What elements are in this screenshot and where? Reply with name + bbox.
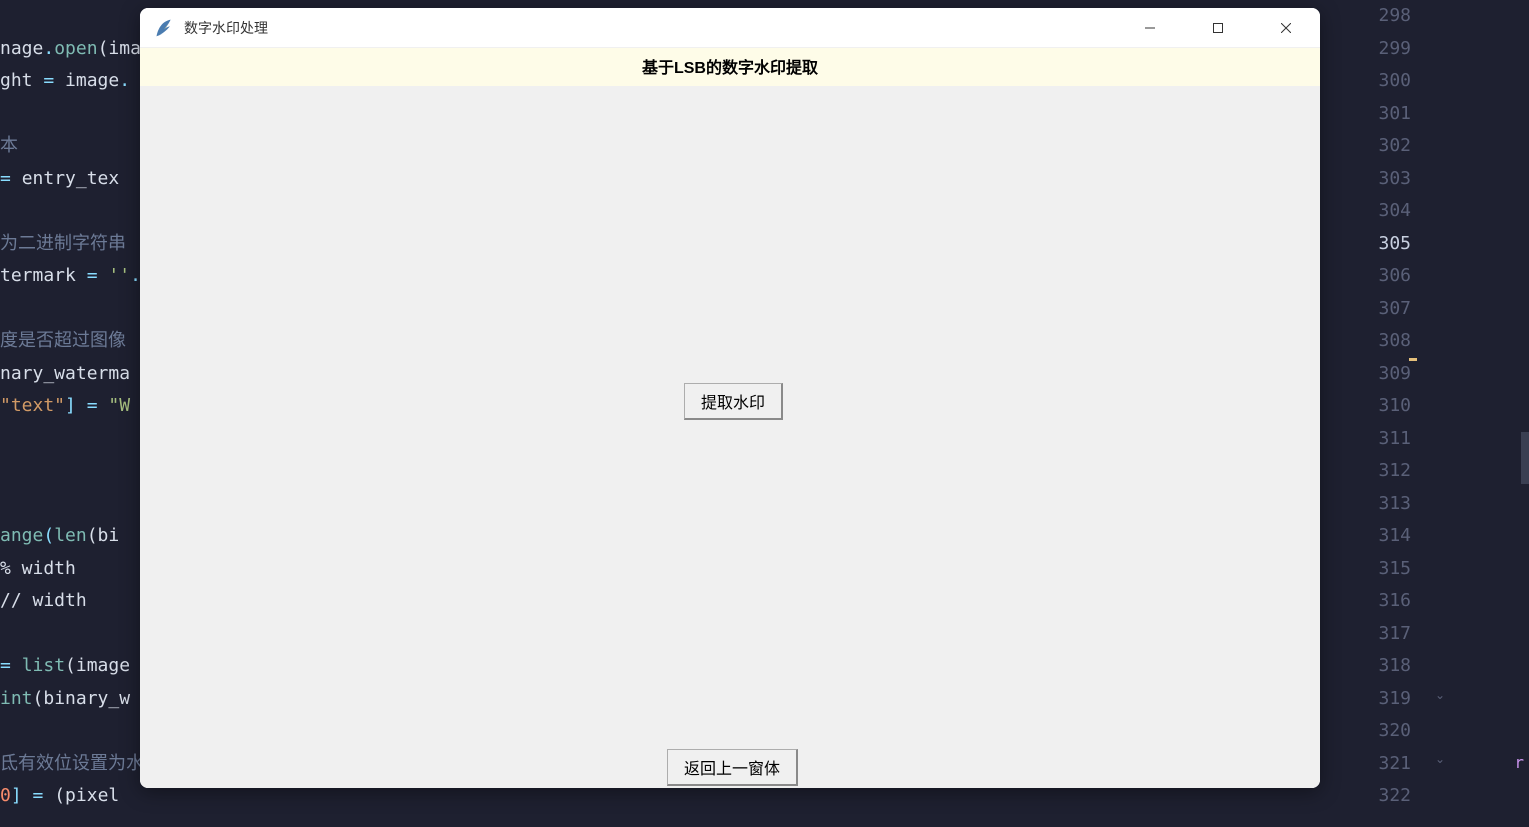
window-titlebar[interactable]: 数字水印处理 bbox=[140, 8, 1320, 48]
line-number: 317 bbox=[1319, 618, 1411, 651]
line-number: 301 bbox=[1319, 98, 1411, 131]
minimap[interactable]: r bbox=[1449, 0, 1529, 827]
line-number: 299 bbox=[1319, 33, 1411, 66]
line-number: 321 bbox=[1319, 748, 1411, 781]
window-title: 数字水印处理 bbox=[184, 18, 1116, 38]
tkinter-feather-icon bbox=[154, 18, 174, 38]
line-number: 309 bbox=[1319, 358, 1411, 391]
line-number: 320 bbox=[1319, 715, 1411, 748]
line-number: 310 bbox=[1319, 390, 1411, 423]
line-number: 305 bbox=[1319, 228, 1411, 261]
maximize-icon bbox=[1213, 23, 1223, 33]
line-number: 298 bbox=[1319, 0, 1411, 33]
tkinter-window: 数字水印处理 基于LSB的数字水印提取 提取水印 返回上一窗体 bbox=[140, 8, 1320, 788]
close-button[interactable] bbox=[1252, 8, 1320, 47]
line-number: 313 bbox=[1319, 488, 1411, 521]
minimize-icon bbox=[1145, 23, 1155, 33]
line-number: 316 bbox=[1319, 585, 1411, 618]
header-label: 基于LSB的数字水印提取 bbox=[140, 48, 1320, 86]
minimap-viewport[interactable] bbox=[1521, 432, 1529, 484]
line-number-gutter: 2982993003013023033043053063073083093103… bbox=[1319, 0, 1419, 827]
line-number: 322 bbox=[1319, 780, 1411, 813]
code-editor-background-right: 2982993003013023033043053063073083093103… bbox=[1319, 0, 1529, 827]
line-number: 318 bbox=[1319, 650, 1411, 683]
line-number: 304 bbox=[1319, 195, 1411, 228]
window-body: 提取水印 返回上一窗体 bbox=[140, 86, 1320, 788]
line-number: 302 bbox=[1319, 130, 1411, 163]
window-controls bbox=[1116, 8, 1320, 47]
line-number: 312 bbox=[1319, 455, 1411, 488]
line-number: 307 bbox=[1319, 293, 1411, 326]
back-button[interactable]: 返回上一窗体 bbox=[667, 749, 798, 786]
line-number: 300 bbox=[1319, 65, 1411, 98]
extract-watermark-button[interactable]: 提取水印 bbox=[684, 383, 783, 420]
line-number: 314 bbox=[1319, 520, 1411, 553]
close-icon bbox=[1281, 23, 1291, 33]
line-number: 308 bbox=[1319, 325, 1411, 358]
fold-gutter: ⌄ ⌄ bbox=[1419, 0, 1449, 827]
minimap-char: r bbox=[1514, 753, 1524, 772]
line-number: 306 bbox=[1319, 260, 1411, 293]
minimize-button[interactable] bbox=[1116, 8, 1184, 47]
maximize-button[interactable] bbox=[1184, 8, 1252, 47]
line-number: 303 bbox=[1319, 163, 1411, 196]
line-number: 315 bbox=[1319, 553, 1411, 586]
line-number: 319 bbox=[1319, 683, 1411, 716]
line-number: 311 bbox=[1319, 423, 1411, 456]
